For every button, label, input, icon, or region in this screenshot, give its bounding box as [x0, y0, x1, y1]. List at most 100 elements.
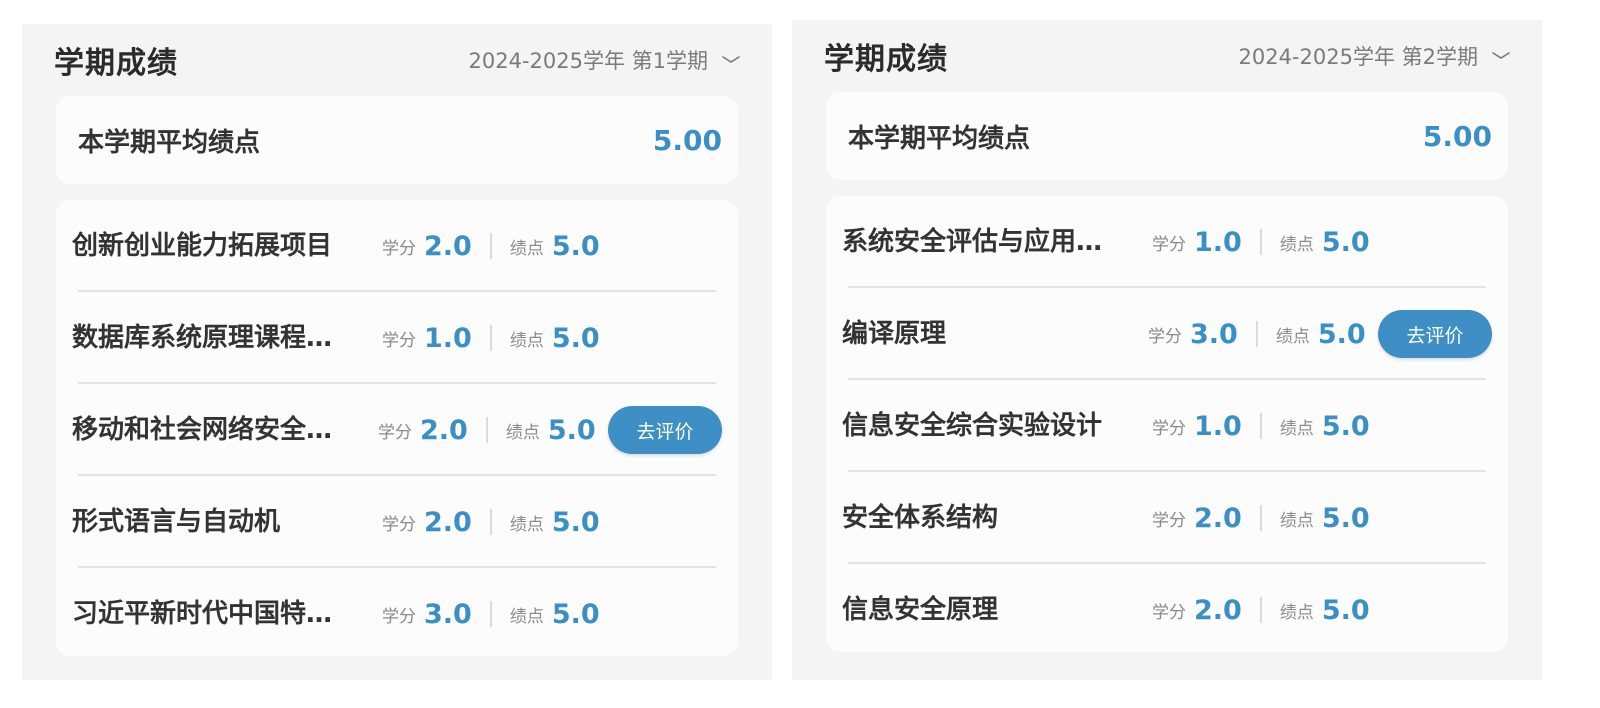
panel-header: 学期成绩 2024-2025学年 第1学期 [54, 38, 740, 82]
chevron-down-icon [1492, 52, 1510, 59]
credit-value: 2.0 [420, 414, 468, 446]
gpa-card: 本学期平均绩点 5.00 [826, 92, 1508, 180]
course-row[interactable]: 创新创业能力拓展项目 学分 2.0 绩点 5.0 [56, 200, 738, 292]
course-name: 系统安全评估与应用… [842, 227, 1103, 257]
course-metrics: 学分 1.0 绩点 5.0 [382, 292, 600, 384]
course-row[interactable]: 系统安全评估与应用… 学分 1.0 绩点 5.0 [826, 196, 1508, 288]
credit-value: 1.0 [1194, 410, 1242, 442]
grade-label: 绩点 [1279, 418, 1314, 439]
course-row[interactable]: 信息安全综合实验设计 学分 1.0 绩点 5.0 [826, 380, 1508, 472]
grade-value: 5.0 [551, 322, 600, 354]
course-metrics: 学分 2.0 绩点 5.0 [378, 384, 596, 476]
course-metrics: 学分 2.0 绩点 5.0 [1152, 472, 1370, 564]
credit-value: 2.0 [1194, 502, 1242, 534]
grade-value: 5.0 [1317, 318, 1366, 350]
grade-label: 绩点 [1279, 510, 1314, 531]
grade-value: 5.0 [1321, 410, 1370, 442]
credit-label: 学分 [1148, 326, 1182, 347]
term-label: 2024-2025学年 第1学期 [468, 49, 708, 73]
grade-value: 5.0 [1321, 226, 1370, 258]
course-metrics: 学分 2.0 绩点 5.0 [382, 476, 600, 568]
app-root: 学期成绩 2024-2025学年 第1学期 本学期平均绩点 5.00 创新创业能… [0, 0, 1600, 708]
gpa-label: 本学期平均绩点 [848, 123, 1031, 154]
credit-value: 1.0 [424, 322, 472, 354]
grade-label: 绩点 [1279, 234, 1314, 255]
course-metrics: 学分 3.0 绩点 5.0 [1148, 288, 1366, 380]
credit-value: 2.0 [424, 506, 472, 538]
grade-label: 绩点 [509, 330, 544, 351]
course-name: 编译原理 [842, 319, 947, 349]
course-row[interactable]: 数据库系统原理课程… 学分 1.0 绩点 5.0 [56, 292, 738, 384]
course-row[interactable]: 习近平新时代中国特… 学分 3.0 绩点 5.0 [56, 568, 738, 660]
term-label: 2024-2025学年 第2学期 [1238, 45, 1478, 69]
course-metrics: 学分 1.0 绩点 5.0 [1152, 380, 1370, 472]
credit-label: 学分 [382, 330, 416, 351]
course-name: 数据库系统原理课程… [72, 323, 333, 353]
course-name: 信息安全原理 [842, 595, 999, 625]
grade-value: 5.0 [551, 506, 600, 538]
panel-title: 学期成绩 [824, 42, 948, 77]
credit-label: 学分 [1152, 510, 1186, 531]
course-metrics: 学分 1.0 绩点 5.0 [1152, 196, 1370, 288]
course-row[interactable]: 移动和社会网络安全… 学分 2.0 绩点 5.0 去评价 [56, 384, 738, 476]
grade-label: 绩点 [1279, 602, 1314, 623]
credit-value: 2.0 [424, 230, 472, 262]
metric-divider [489, 601, 492, 627]
evaluate-button[interactable]: 去评价 [608, 406, 722, 454]
course-name: 安全体系结构 [842, 503, 999, 533]
course-list: 系统安全评估与应用… 学分 1.0 绩点 5.0 编译原理 学分 3.0 绩点 [826, 196, 1508, 652]
metric-divider [485, 417, 488, 443]
gpa-value: 5.00 [652, 123, 722, 157]
credit-label: 学分 [382, 606, 416, 627]
credit-value: 2.0 [1194, 594, 1242, 626]
course-name: 形式语言与自动机 [72, 507, 281, 537]
grade-label: 绩点 [509, 514, 544, 535]
course-metrics: 学分 2.0 绩点 5.0 [382, 200, 600, 292]
course-list: 创新创业能力拓展项目 学分 2.0 绩点 5.0 数据库系统原理课程… 学分 1… [56, 200, 738, 656]
grade-value: 5.0 [1321, 502, 1370, 534]
chevron-down-icon [722, 56, 740, 63]
metric-divider [489, 325, 492, 351]
panel-header: 学期成绩 2024-2025学年 第2学期 [824, 34, 1510, 78]
credit-value: 3.0 [424, 598, 472, 630]
course-row[interactable]: 形式语言与自动机 学分 2.0 绩点 5.0 [56, 476, 738, 568]
course-name: 创新创业能力拓展项目 [72, 231, 333, 261]
course-name: 信息安全综合实验设计 [842, 411, 1103, 441]
grade-label: 绩点 [509, 238, 544, 259]
grade-label: 绩点 [505, 422, 540, 443]
credit-label: 学分 [1152, 234, 1186, 255]
course-name: 移动和社会网络安全… [72, 415, 333, 445]
credit-label: 学分 [378, 422, 412, 443]
credit-value: 1.0 [1194, 226, 1242, 258]
metric-divider [1259, 597, 1262, 623]
metric-divider [1259, 229, 1262, 255]
metric-divider [1255, 321, 1258, 347]
panel-title: 学期成绩 [54, 46, 178, 81]
semester-panel-2: 学期成绩 2024-2025学年 第2学期 本学期平均绩点 5.00 系统安全评… [792, 20, 1542, 680]
metric-divider [1259, 413, 1262, 439]
grade-label: 绩点 [509, 606, 544, 627]
course-row[interactable]: 安全体系结构 学分 2.0 绩点 5.0 [826, 472, 1508, 564]
term-selector[interactable]: 2024-2025学年 第1学期 [468, 45, 740, 75]
course-metrics: 学分 2.0 绩点 5.0 [1152, 564, 1370, 656]
grade-value: 5.0 [551, 598, 600, 630]
credit-label: 学分 [382, 514, 416, 535]
credit-value: 3.0 [1190, 318, 1238, 350]
course-row[interactable]: 信息安全原理 学分 2.0 绩点 5.0 [826, 564, 1508, 656]
metric-divider [489, 509, 492, 535]
semester-panel-1: 学期成绩 2024-2025学年 第1学期 本学期平均绩点 5.00 创新创业能… [22, 24, 772, 680]
term-selector[interactable]: 2024-2025学年 第2学期 [1238, 41, 1510, 71]
grade-value: 5.0 [551, 230, 600, 262]
metric-divider [1259, 505, 1262, 531]
credit-label: 学分 [1152, 602, 1186, 623]
grade-value: 5.0 [547, 414, 596, 446]
credit-label: 学分 [382, 238, 416, 259]
gpa-card: 本学期平均绩点 5.00 [56, 96, 738, 184]
credit-label: 学分 [1152, 418, 1186, 439]
metric-divider [489, 233, 492, 259]
grade-label: 绩点 [1275, 326, 1310, 347]
course-row[interactable]: 编译原理 学分 3.0 绩点 5.0 去评价 [826, 288, 1508, 380]
evaluate-button[interactable]: 去评价 [1378, 310, 1492, 358]
course-name: 习近平新时代中国特… [72, 599, 333, 629]
grade-value: 5.0 [1321, 594, 1370, 626]
